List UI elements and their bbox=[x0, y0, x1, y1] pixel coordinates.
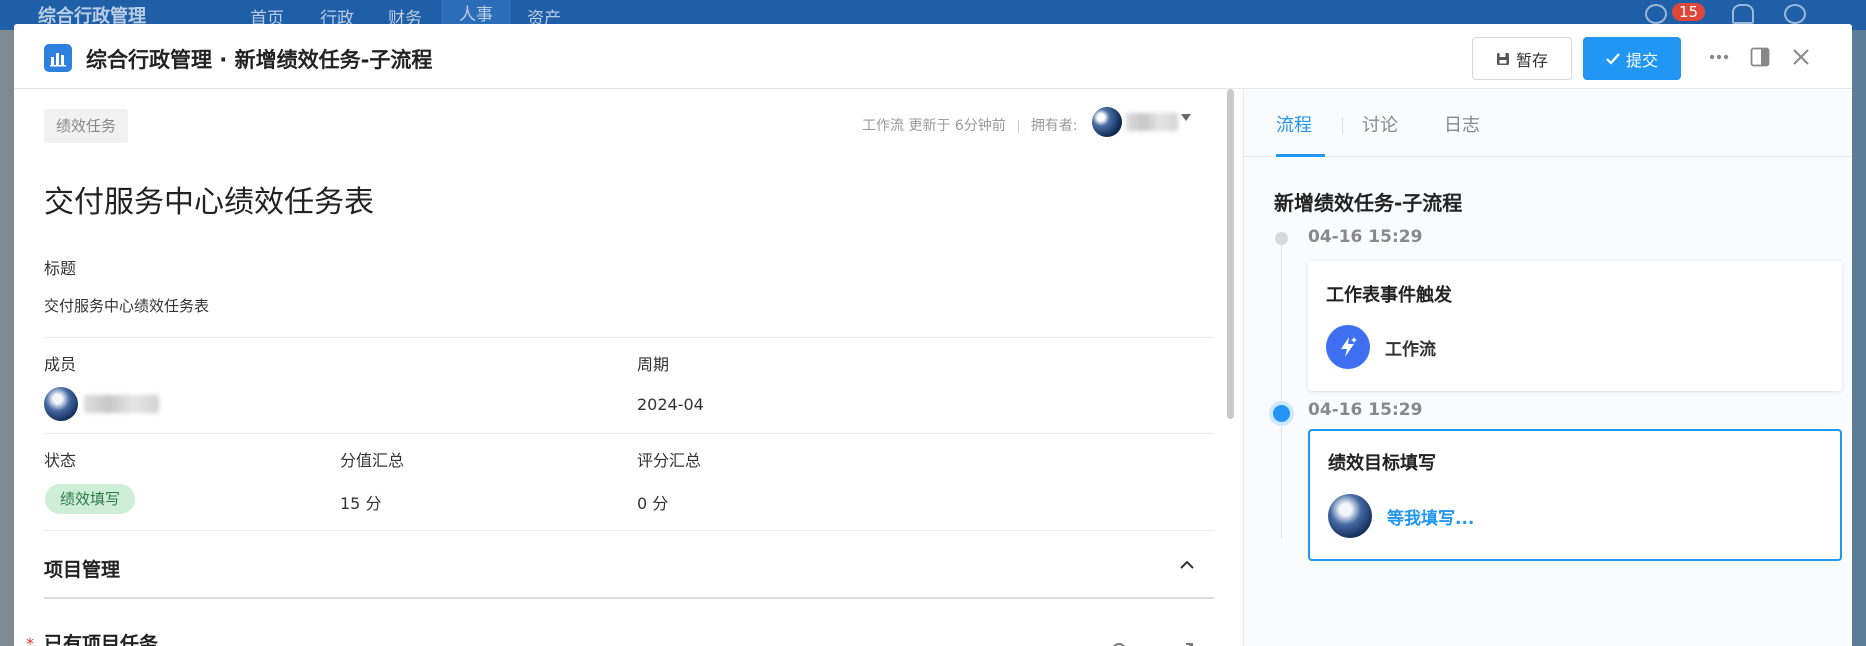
submit-button[interactable]: 提交 bbox=[1583, 37, 1681, 80]
owner-avatar[interactable] bbox=[1092, 107, 1122, 137]
check-circle-icon[interactable] bbox=[1645, 4, 1667, 24]
step-title: 绩效目标填写 bbox=[1328, 453, 1436, 474]
record-form: 绩效任务 工作流 更新于 6分钟前 拥有者: 交付服务中心绩效任务表 标题 交付服… bbox=[14, 89, 1214, 646]
tab-divider bbox=[1342, 117, 1343, 134]
search-icon[interactable] bbox=[1784, 4, 1806, 24]
timeline-dot-done bbox=[1275, 232, 1288, 245]
background-sidebar bbox=[1852, 30, 1866, 646]
save-icon bbox=[1496, 52, 1509, 65]
app-logo-icon bbox=[44, 44, 72, 72]
save-draft-label: 暂存 bbox=[1515, 50, 1548, 70]
updated-info: 工作流 更新于 6分钟前 bbox=[862, 118, 1006, 134]
owner-name-blurred bbox=[1126, 113, 1178, 131]
section-divider bbox=[44, 597, 1214, 599]
side-tabs: 流程 讨论 日志 bbox=[1244, 89, 1852, 157]
modal-title: 综合行政管理 · 新增绩效任务-子流程 bbox=[86, 48, 433, 72]
subsection-title-tasks: 已有项目任务 bbox=[44, 633, 159, 646]
active-tab-indicator bbox=[1276, 154, 1325, 157]
workflow-lightning-icon bbox=[1326, 325, 1370, 369]
chevron-up-icon[interactable] bbox=[1179, 557, 1195, 573]
timeline-dot-current bbox=[1269, 401, 1294, 426]
tab-discussion[interactable]: 讨论 bbox=[1362, 111, 1398, 137]
divider bbox=[44, 530, 1214, 531]
member-avatar[interactable] bbox=[44, 387, 78, 421]
score-sum-label: 分值汇总 bbox=[340, 451, 405, 470]
owner-dropdown-icon[interactable] bbox=[1181, 114, 1191, 121]
worksheet-tag[interactable]: 绩效任务 bbox=[44, 109, 129, 143]
step-card-trigger[interactable]: 工作表事件触发 工作流 bbox=[1308, 261, 1842, 391]
member-field-label: 成员 bbox=[44, 355, 77, 374]
check-icon bbox=[1606, 52, 1620, 65]
required-mark: * bbox=[26, 634, 34, 646]
record-modal: 综合行政管理 · 新增绩效任务-子流程 暂存 提交 绩效任务 工作流 更新于 6… bbox=[14, 24, 1852, 646]
owner-label: 拥有者: bbox=[1030, 118, 1078, 134]
save-draft-button[interactable]: 暂存 bbox=[1472, 37, 1572, 80]
flow-title: 新增绩效任务-子流程 bbox=[1274, 191, 1463, 215]
toggle-sidebar-icon[interactable] bbox=[1747, 44, 1773, 70]
modal-header: 综合行政管理 · 新增绩效任务-子流程 暂存 提交 bbox=[14, 24, 1852, 89]
timeline-line bbox=[1281, 239, 1282, 539]
search-icon[interactable] bbox=[1111, 642, 1131, 646]
title-field-label: 标题 bbox=[44, 259, 77, 278]
step-title: 工作表事件触发 bbox=[1326, 285, 1452, 306]
record-meta: 工作流 更新于 6分钟前 拥有者: bbox=[862, 115, 1078, 135]
more-icon[interactable] bbox=[1706, 44, 1732, 70]
tab-flow[interactable]: 流程 bbox=[1276, 111, 1312, 137]
workflow-panel: 流程 讨论 日志 新增绩效任务-子流程 04-16 15:29 工作表事件触发 … bbox=[1244, 89, 1852, 646]
score-sum-value: 15 分 bbox=[340, 494, 382, 513]
rating-sum-value: 0 分 bbox=[637, 494, 669, 513]
title-field-value[interactable]: 交付服务中心绩效任务表 bbox=[44, 295, 209, 316]
period-field-value[interactable]: 2024-04 bbox=[637, 395, 704, 414]
users-icon[interactable] bbox=[1732, 4, 1754, 24]
pending-fill-link[interactable]: 等我填写... bbox=[1387, 504, 1474, 529]
assignee-avatar bbox=[1328, 494, 1372, 538]
notification-badge: 15 bbox=[1672, 3, 1706, 21]
step-card-current[interactable]: 绩效目标填写 等我填写... bbox=[1308, 429, 1842, 561]
expand-icon[interactable] bbox=[1174, 642, 1194, 646]
form-scrollbar[interactable] bbox=[1227, 89, 1234, 419]
divider bbox=[44, 433, 1214, 434]
tab-log[interactable]: 日志 bbox=[1444, 111, 1480, 137]
step-text: 工作流 bbox=[1385, 340, 1436, 360]
rating-sum-label: 评分汇总 bbox=[637, 451, 702, 470]
record-title: 交付服务中心绩效任务表 bbox=[44, 185, 374, 220]
divider bbox=[44, 337, 1214, 338]
close-icon[interactable] bbox=[1788, 44, 1814, 70]
status-field-label: 状态 bbox=[44, 451, 77, 470]
period-field-label: 周期 bbox=[637, 355, 670, 374]
member-name-blurred bbox=[84, 395, 159, 413]
step-time: 04-16 15:29 bbox=[1308, 227, 1423, 247]
status-badge[interactable]: 绩效填写 bbox=[45, 484, 136, 514]
submit-label: 提交 bbox=[1625, 50, 1658, 70]
step-time: 04-16 15:29 bbox=[1308, 400, 1423, 420]
section-title-project: 项目管理 bbox=[44, 559, 121, 581]
